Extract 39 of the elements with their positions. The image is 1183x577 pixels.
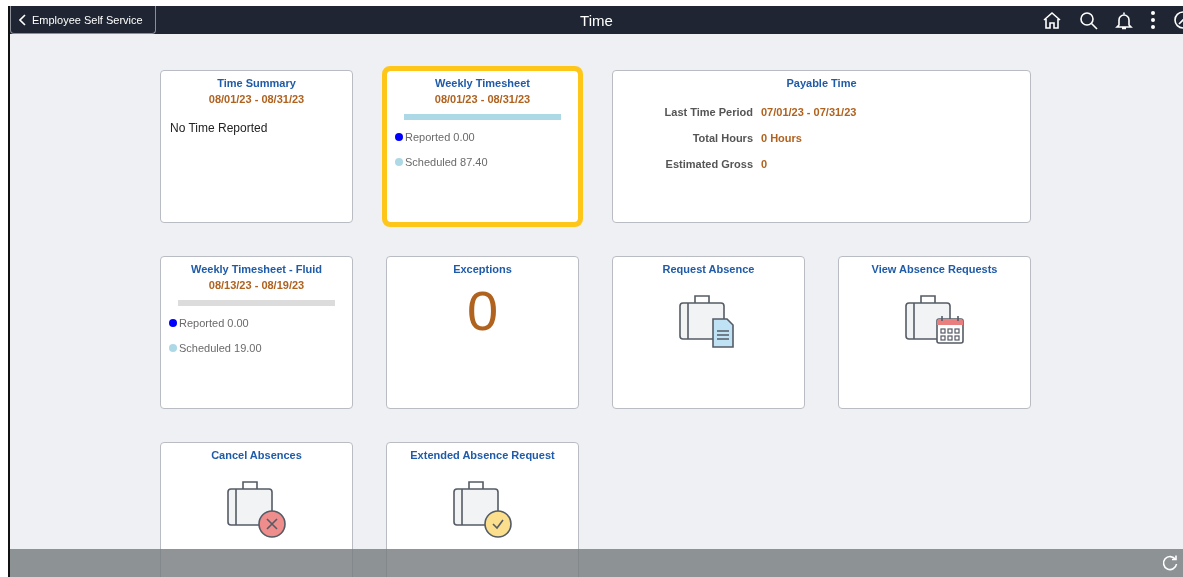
tile-title: Time Summary xyxy=(217,77,296,89)
more-icon[interactable] xyxy=(1150,10,1156,30)
tile-title: Extended Absence Request xyxy=(410,449,555,461)
tile[interactable]: View Absence Requests xyxy=(838,256,1031,409)
date-range: 08/13/23 - 08/19/23 xyxy=(208,279,305,291)
back-button[interactable]: Employee Self Service xyxy=(10,6,156,34)
date-range: 08/01/23 - 08/31/23 xyxy=(208,93,305,105)
field-label: Estimated Gross xyxy=(664,157,753,172)
field-label: Total Hours xyxy=(691,131,753,146)
count-value: 0 xyxy=(466,279,499,343)
briefcase-x-icon xyxy=(226,479,287,539)
page-title: Time xyxy=(580,11,613,29)
tile-title: Weekly Timesheet - Fluid xyxy=(191,263,322,275)
legend-label: Scheduled 87.40 xyxy=(405,156,488,168)
refresh-icon[interactable] xyxy=(1161,554,1179,572)
tile-title: Payable Time xyxy=(786,77,857,89)
search-icon[interactable] xyxy=(1079,10,1098,30)
field-label: Last Time Period xyxy=(663,105,753,120)
legend-label: Reported 0.00 xyxy=(179,317,249,329)
chevron-left-icon xyxy=(19,13,26,26)
field-value: 0 Hours xyxy=(761,131,803,146)
tile[interactable]: Time Summary 08/01/23 - 08/31/23 No Time Reported xyxy=(160,70,353,223)
status-text: No Time Reported xyxy=(170,121,268,135)
legend-label: Scheduled 19.00 xyxy=(179,342,262,354)
tile-title: Exceptions xyxy=(453,263,512,275)
tile-title: View Absence Requests xyxy=(871,263,998,275)
tile[interactable]: Payable Time Last Time Period 07/01/23 - 07/31/23 Total Hours 0 Hours Estimated Gross 0 xyxy=(612,70,1031,223)
tile-title: Cancel Absences xyxy=(211,449,302,461)
date-range: 08/01/23 - 08/31/23 xyxy=(434,93,531,105)
field-value: 0 xyxy=(761,157,769,172)
field-value: 07/01/23 - 07/31/23 xyxy=(761,105,858,120)
tile-title: Weekly Timesheet xyxy=(435,77,530,89)
tile[interactable]: Exceptions 0 xyxy=(386,256,579,409)
tile-title: Request Absence xyxy=(662,263,755,275)
home-icon[interactable] xyxy=(1042,10,1062,30)
legend-label: Reported 0.00 xyxy=(405,131,475,143)
tile[interactable]: Request Absence xyxy=(612,256,805,409)
bell-icon[interactable] xyxy=(1115,10,1133,30)
tile[interactable]: Weekly Timesheet - Fluid 08/13/23 - 08/19/23 Reported 0.00 Scheduled 19.00 xyxy=(160,256,353,409)
